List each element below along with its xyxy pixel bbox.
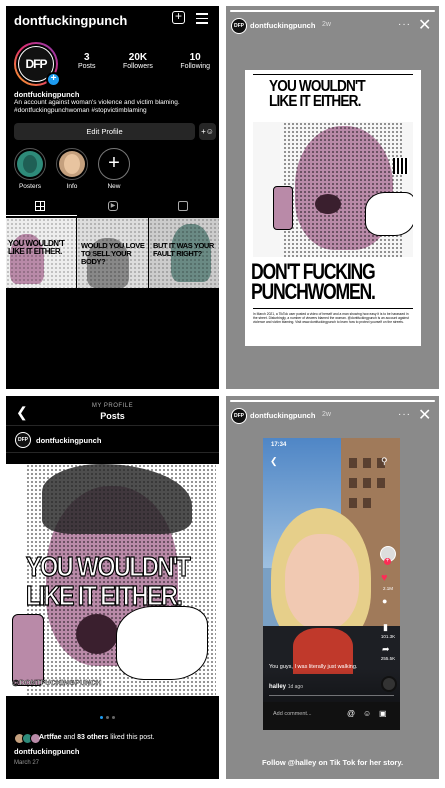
stat-followers[interactable]: 20K Followers xyxy=(123,52,153,70)
grid-post[interactable]: WOULD YOU LOVE TO SELL YOUR BODY? xyxy=(77,218,148,288)
close-icon[interactable]: ✕ xyxy=(418,405,431,425)
discover-people-icon[interactable]: +☺ xyxy=(199,123,216,140)
new-highlight-plus-icon[interactable]: + xyxy=(98,148,130,180)
tiktok-comment-bar: Add comment... @ ☺ ▣ xyxy=(263,702,400,730)
tiktok-share-icon[interactable]: ➦ xyxy=(382,644,390,655)
poster-slogan: DON'T FUCKING PUNCHWOMEN. xyxy=(251,259,376,304)
poster-photo xyxy=(253,122,413,257)
highlight-posters[interactable] xyxy=(14,148,46,180)
story-username[interactable]: dontfuckingpunch xyxy=(250,411,315,420)
active-tab-indicator xyxy=(6,215,77,216)
post-image-text: YOU WOULDN'T LIKE IT EITHER. xyxy=(25,551,191,611)
profile-tabs: ▶ xyxy=(6,197,219,217)
tiktok-like-count: 2.1M xyxy=(382,586,393,591)
tiktok-comment-input[interactable]: Add comment... xyxy=(273,711,312,717)
likes-others[interactable]: 83 others xyxy=(77,734,108,741)
posts-title: Posts xyxy=(100,411,125,421)
post-avatar[interactable]: DFP xyxy=(15,432,31,448)
add-story-badge-icon[interactable]: + xyxy=(46,72,61,87)
grid-post[interactable]: BUT IT WAS YOUR FAULT RIGHT? xyxy=(149,218,219,288)
post-watermark: @DONTFUCKINGPUNCH xyxy=(12,678,102,687)
likes-user[interactable]: Artffae xyxy=(39,734,62,741)
tiktok-bookmark-count: 101.3K xyxy=(380,634,396,639)
tiktok-search-icon[interactable]: ⚲ xyxy=(381,456,388,467)
story-poster-screen: DFP dontfuckingpunch 2w ··· ✕ YOU WOULDN… xyxy=(226,6,439,389)
caption-username[interactable]: dontfuckingpunch xyxy=(14,747,79,756)
close-icon[interactable]: ✕ xyxy=(418,15,431,35)
story-avatar[interactable]: DFP xyxy=(231,18,247,34)
tiktok-screenshot: 17:34 ❮ ⚲ + ♥ 2.1M ● ▮ 101.3K ➦ 255.5K Y… xyxy=(263,438,400,730)
post-date: March 27 xyxy=(14,760,40,766)
edit-profile-button[interactable]: Edit Profile xyxy=(14,123,195,140)
reels-icon[interactable]: ▶ xyxy=(108,201,118,211)
story-progress-bar xyxy=(230,400,435,402)
profile-display-name: dontfuckingpunch xyxy=(14,90,80,99)
tiktok-bookmark-icon[interactable]: ▮ xyxy=(383,622,388,633)
poster-headline: YOU WOULDN'T LIKE IT EITHER. xyxy=(269,78,366,110)
tiktok-follow-icon[interactable]: + xyxy=(384,558,391,565)
story-username[interactable]: dontfuckingpunch xyxy=(250,21,315,30)
posts-top-label: MY PROFILE xyxy=(91,403,134,409)
grid-post[interactable]: YOU WOULDN'T LIKE IT EITHER. xyxy=(6,218,76,288)
tiktok-comment-icon[interactable]: ● xyxy=(382,596,387,606)
menu-icon[interactable] xyxy=(196,13,208,24)
post-username[interactable]: dontfuckingpunch xyxy=(36,436,101,445)
liked-by-avatars xyxy=(14,733,41,744)
profile-bio: An account against woman's violence and … xyxy=(14,99,180,114)
story-time: 2w xyxy=(322,411,331,418)
tiktok-caption: You guys, I was literally just walking. xyxy=(269,664,358,670)
story-footer-text: Follow @halley on Tik Tok for her story. xyxy=(261,758,404,767)
profile-stats: 3 Posts 20K Followers 10 Following xyxy=(78,52,210,70)
highlight-label: Posters xyxy=(18,183,42,190)
poster-image: YOU WOULDN'T LIKE IT EITHER. DON'T FUCKI… xyxy=(245,70,421,346)
tiktok-share-count: 255.5K xyxy=(380,656,396,661)
tiktok-back-icon[interactable]: ❮ xyxy=(270,456,278,467)
story-avatar[interactable]: DFP xyxy=(231,408,247,424)
highlight-info[interactable] xyxy=(56,148,88,180)
tiktok-status-time: 17:34 xyxy=(271,442,287,448)
add-post-icon[interactable]: + xyxy=(172,10,185,24)
tiktok-emoji-icon[interactable]: ☺ xyxy=(363,709,371,718)
story-progress-bar xyxy=(230,10,435,12)
highlight-label: New xyxy=(107,183,121,190)
poster-fine-print: In March 2021, a TikTok user posted a vi… xyxy=(253,312,409,325)
profile-screen: dontfuckingpunch + DFP + 3 Posts 20K Follo… xyxy=(6,6,219,389)
tiktok-like-icon[interactable]: ♥ xyxy=(381,572,388,584)
highlight-label: Info xyxy=(66,183,78,190)
tiktok-mention-icon[interactable]: @ xyxy=(347,709,355,718)
grid-icon[interactable] xyxy=(35,201,45,211)
tiktok-music-disc-icon[interactable] xyxy=(381,676,397,692)
story-time: 2w xyxy=(322,21,331,28)
profile-username-header: dontfuckingpunch xyxy=(14,13,128,28)
likes-summary: Artffae and 83 others liked this post. xyxy=(39,734,155,741)
tagged-icon[interactable] xyxy=(178,201,188,211)
tiktok-progress xyxy=(269,695,394,696)
more-options-icon[interactable]: ··· xyxy=(398,409,411,420)
posts-screen: ❮ MY PROFILE Posts DFP dontfuckingpunch … xyxy=(6,396,219,779)
stat-posts[interactable]: 3 Posts xyxy=(78,52,96,70)
carousel-dots xyxy=(100,716,115,719)
story-tiktok-screen: DFP dontfuckingpunch 2w ··· ✕ 17:34 ❮ ⚲ … xyxy=(226,396,439,779)
stat-following[interactable]: 10 Following xyxy=(180,52,210,70)
more-options-icon[interactable]: ··· xyxy=(398,19,411,30)
post-image[interactable]: YOU WOULDN'T LIKE IT EITHER. @DONTFUCKIN… xyxy=(6,464,219,696)
tiktok-username[interactable]: halley 1d ago xyxy=(269,684,303,690)
qr-code-icon xyxy=(393,158,409,174)
tiktok-gift-icon[interactable]: ▣ xyxy=(379,709,387,718)
